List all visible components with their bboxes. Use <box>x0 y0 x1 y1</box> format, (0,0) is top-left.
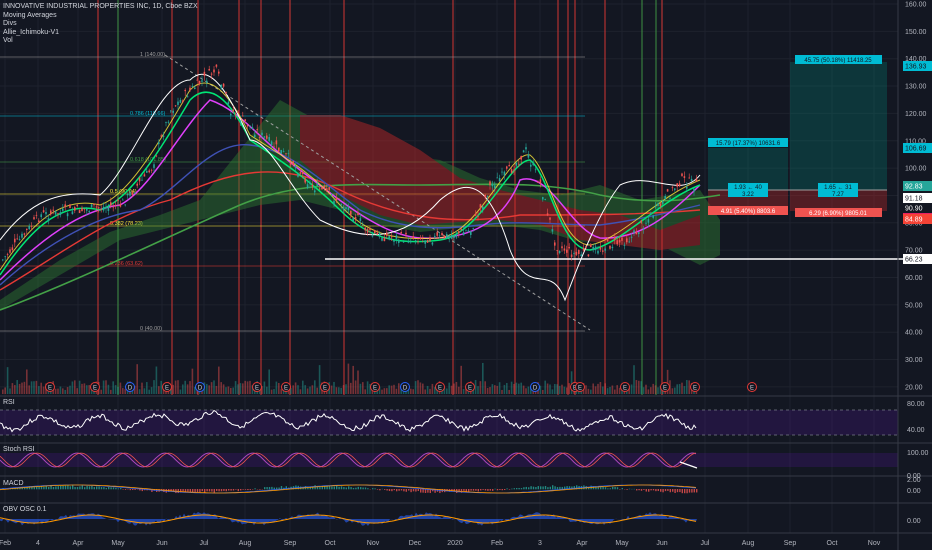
time-tick: Apr <box>73 540 85 547</box>
event-marker: D <box>198 386 203 392</box>
volume-bars <box>2 362 698 394</box>
time-tick: Feb <box>491 540 503 547</box>
price-tags: 136.93106.6992.8391.1885.9984.8990.9066.… <box>903 61 932 264</box>
time-tick: Apr <box>577 540 589 547</box>
sub-axis-tick: 100.00 <box>907 450 929 457</box>
long-stop-label: 4.91 (5.40%) 8803.6 <box>721 209 776 215</box>
indicator-vol[interactable]: Vol <box>3 37 198 46</box>
time-tick: Jul <box>701 540 710 547</box>
time-tick: Jun <box>156 540 167 547</box>
price-tag: 92.83 <box>905 184 923 191</box>
sub-axis-tick: 0.00 <box>907 518 921 525</box>
event-marker: D <box>533 386 538 392</box>
indicator-moving-averages[interactable]: Moving Averages <box>3 12 198 21</box>
event-marker: D <box>128 386 133 392</box>
event-marker: E <box>48 386 52 392</box>
time-axis[interactable]: Feb 4 Apr May Jun Jul Aug Sep Oct Nov Dec 2020 Feb 3 A… <box>0 540 881 547</box>
sub-axis-tick: 40.00 <box>907 427 925 434</box>
price-tag: 106.69 <box>905 146 927 153</box>
time-tick: Aug <box>742 540 755 547</box>
long-ratio-label: 1.93 ← 40 <box>734 185 762 191</box>
sub-axis-tick: 0.00 <box>907 488 921 495</box>
price-tick: 130.00 <box>905 84 927 91</box>
time-tick: Feb <box>0 540 11 547</box>
price-tick: 20.00 <box>905 384 923 391</box>
event-marker: E <box>165 386 169 392</box>
chart-legend[interactable]: INNOVATIVE INDUSTRIAL PROPERTIES INC, 1D… <box>3 3 198 46</box>
stoch-panel <box>0 452 898 469</box>
sub-axis-tick: 80.00 <box>907 401 925 408</box>
price-tag: 90.90 <box>905 206 923 213</box>
big-ratio2-label: 7.27 <box>832 192 844 198</box>
time-tick: Oct <box>325 540 336 547</box>
stoch-rsi-label[interactable]: Stoch RSI <box>3 446 35 453</box>
price-tick: 150.00 <box>905 29 927 36</box>
ichimoku-cloud <box>0 100 720 310</box>
big-ratio-label: 1.65 ← 31 <box>824 185 852 191</box>
time-tick: May <box>111 540 125 547</box>
price-tag: 84.89 <box>905 217 923 224</box>
chart-canvas[interactable]: 1 (140.00)0.786 (118.66)0.618 (101.85)0.… <box>0 0 932 550</box>
event-marker: E <box>438 386 442 392</box>
rsi-panel <box>0 409 898 436</box>
time-tick: 4 <box>36 540 40 547</box>
time-tick: Sep <box>784 540 797 547</box>
event-marker: E <box>255 386 259 392</box>
price-tag: 66.23 <box>905 257 923 264</box>
indicator-divs[interactable]: Divs <box>3 20 198 29</box>
symbol-title: INNOVATIVE INDUSTRIAL PROPERTIES INC, 1D… <box>3 3 198 10</box>
sub-axis-tick: 2.00 <box>907 477 921 484</box>
event-marker: E <box>623 386 627 392</box>
event-marker: E <box>663 386 667 392</box>
obv-osc-label[interactable]: OBV OSC 0.1 <box>3 506 47 513</box>
time-tick: Oct <box>827 540 838 547</box>
price-tag: 136.93 <box>905 64 927 71</box>
time-tick: 3 <box>538 540 542 547</box>
event-marker: E <box>468 386 472 392</box>
long-ratio2-label: 3.22 <box>742 192 754 198</box>
price-tag: 91.18 <box>905 196 923 203</box>
sub-panel-axes: 80.0040.00100.000.002.000.000.00 <box>907 401 929 525</box>
big-target-label: 45.75 (50.18%) 11418.25 <box>804 58 872 64</box>
indicator-ichimoku[interactable]: Allie_Ichimoku-V1 <box>3 29 198 38</box>
fib-label: 0 (40.00) <box>140 326 162 332</box>
time-tick: May <box>615 540 629 547</box>
price-tick: 120.00 <box>905 111 927 118</box>
long-target-label: 15.79 (17.37%) 10631.6 <box>716 141 781 147</box>
macd-label[interactable]: MACD <box>3 480 24 487</box>
event-marker: E <box>578 386 582 392</box>
event-marker: E <box>693 386 697 392</box>
obv-panel <box>0 512 697 526</box>
time-tick: Nov <box>367 540 380 547</box>
event-marker: E <box>373 386 377 392</box>
time-tick: Jun <box>656 540 667 547</box>
event-marker: E <box>93 386 97 392</box>
macd-panel <box>0 484 698 494</box>
rsi-label[interactable]: RSI <box>3 399 15 406</box>
price-tick: 100.00 <box>905 166 927 173</box>
event-marker: E <box>323 386 327 392</box>
time-tick: Jul <box>200 540 209 547</box>
time-tick: Dec <box>409 540 422 547</box>
price-tick: 30.00 <box>905 357 923 364</box>
time-tick: Sep <box>284 540 297 547</box>
time-tick: Aug <box>239 540 252 547</box>
event-marker: D <box>403 386 408 392</box>
event-marker: E <box>284 386 288 392</box>
big-stop-label: 6.29 (6.90%) 9805.01 <box>809 211 867 217</box>
event-marker: E <box>750 386 754 392</box>
price-tick: 60.00 <box>905 275 923 282</box>
price-tick: 70.00 <box>905 248 923 255</box>
price-tick: 160.00 <box>905 2 927 9</box>
price-tick: 40.00 <box>905 330 923 337</box>
fib-label: 0.786 (118.66) <box>130 111 166 117</box>
fib-label: 1 (140.00) <box>140 52 165 58</box>
chart-window: 1 (140.00) 0.786 (118.66) 0.618 (101.85) 0.… <box>0 0 932 550</box>
time-tick: Nov <box>868 540 881 547</box>
time-tick: 2020 <box>447 540 463 547</box>
price-tick: 50.00 <box>905 302 923 309</box>
